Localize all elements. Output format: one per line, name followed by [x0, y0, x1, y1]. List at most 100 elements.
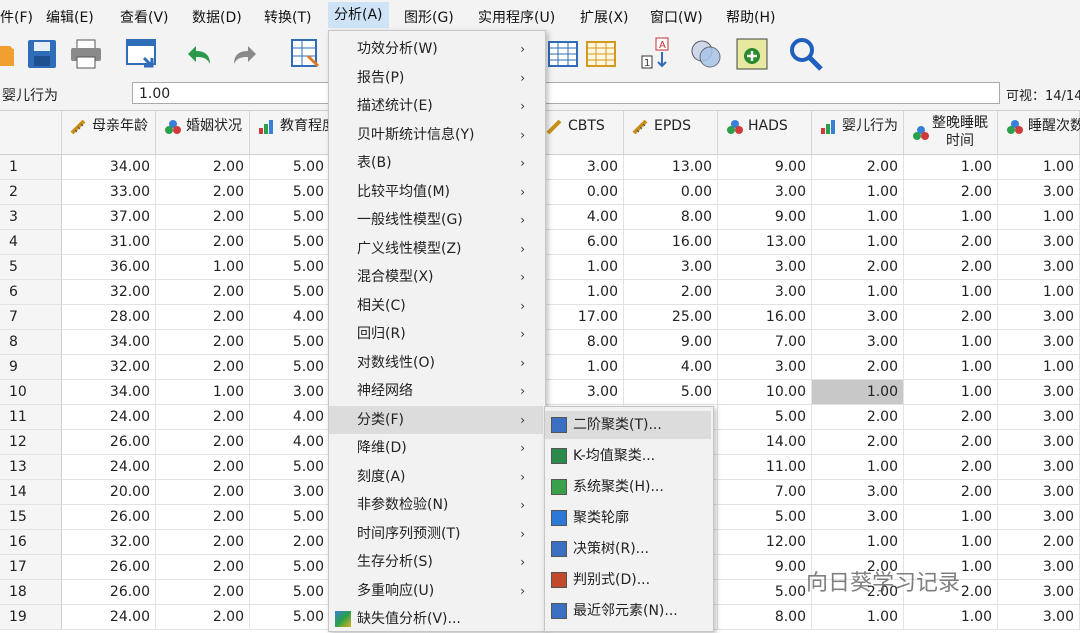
data-cell[interactable]: 1.00: [998, 355, 1080, 380]
analyze-menu-item[interactable]: 描述统计(E) ›: [329, 92, 543, 120]
menu-data[interactable]: 数据(D): [192, 7, 242, 27]
menu-extensions[interactable]: 扩展(X): [580, 7, 629, 27]
data-cell[interactable]: 3.00: [998, 305, 1080, 330]
data-cell[interactable]: 3.00: [998, 255, 1080, 280]
data-cell[interactable]: 3.00: [998, 480, 1080, 505]
data-cell[interactable]: 3.00: [250, 380, 330, 405]
menu-graphs[interactable]: 图形(G): [404, 7, 454, 27]
data-cell[interactable]: 3.00: [998, 505, 1080, 530]
column-header[interactable]: 整晚睡眠 时间: [904, 111, 998, 155]
data-cell[interactable]: 9.00: [718, 555, 812, 580]
redo-icon[interactable]: [228, 36, 264, 72]
data-cell[interactable]: 1.00: [544, 280, 624, 305]
data-cell[interactable]: 2.00: [812, 405, 904, 430]
row-header[interactable]: 2: [0, 180, 62, 205]
data-cell[interactable]: 5.00: [250, 255, 330, 280]
data-cell[interactable]: 1.00: [812, 230, 904, 255]
data-cell[interactable]: 1.00: [812, 380, 904, 405]
data-cell[interactable]: 37.00: [62, 205, 156, 230]
data-cell[interactable]: 5.00: [250, 180, 330, 205]
data-cell[interactable]: 24.00: [62, 605, 156, 630]
data-cell[interactable]: 9.00: [718, 155, 812, 180]
data-cell[interactable]: 0.00: [624, 180, 718, 205]
insert-cases-icon[interactable]: [546, 36, 582, 72]
data-cell[interactable]: 1.00: [544, 355, 624, 380]
data-cell[interactable]: 1.00: [904, 155, 998, 180]
data-cell[interactable]: 3.00: [544, 155, 624, 180]
value-labels-icon[interactable]: [734, 36, 770, 72]
analyze-menu-item[interactable]: 对数线性(O) ›: [329, 349, 543, 377]
data-cell[interactable]: 2.00: [904, 405, 998, 430]
classify-menu-item[interactable]: 决策树(R)...: [545, 535, 711, 563]
column-header[interactable]: 教育程度: [250, 111, 336, 155]
data-cell[interactable]: 8.00: [544, 330, 624, 355]
data-cell[interactable]: 5.00: [250, 555, 330, 580]
data-cell[interactable]: 10.00: [718, 380, 812, 405]
analyze-menu-item[interactable]: 生存分析(S) ›: [329, 548, 543, 576]
data-cell[interactable]: 3.00: [998, 605, 1080, 630]
data-cell[interactable]: 3.00: [998, 380, 1080, 405]
data-cell[interactable]: 4.00: [624, 355, 718, 380]
data-cell[interactable]: 2.00: [156, 480, 250, 505]
data-cell[interactable]: 5.00: [718, 580, 812, 605]
data-cell[interactable]: 20.00: [62, 480, 156, 505]
data-cell[interactable]: 5.00: [250, 605, 330, 630]
data-cell[interactable]: 14.00: [718, 430, 812, 455]
analyze-menu-item[interactable]: 时间序列预测(T) ›: [329, 520, 543, 548]
classify-menu-item[interactable]: 聚类轮廓: [545, 504, 711, 532]
menu-utilities[interactable]: 实用程序(U): [478, 7, 555, 27]
data-cell[interactable]: 3.00: [812, 505, 904, 530]
analyze-menu-item[interactable]: 非参数检验(N) ›: [329, 491, 543, 519]
data-cell[interactable]: 34.00: [62, 380, 156, 405]
data-cell[interactable]: 34.00: [62, 330, 156, 355]
data-cell[interactable]: 6.00: [544, 230, 624, 255]
analyze-menu-item[interactable]: 报告(P) ›: [329, 64, 543, 92]
data-cell[interactable]: 2.00: [156, 605, 250, 630]
data-cell[interactable]: 9.00: [718, 205, 812, 230]
data-cell[interactable]: 13.00: [624, 155, 718, 180]
data-cell[interactable]: 26.00: [62, 580, 156, 605]
column-header[interactable]: 婚姻状况: [156, 111, 250, 155]
data-cell[interactable]: 2.00: [156, 405, 250, 430]
data-cell[interactable]: 3.00: [250, 480, 330, 505]
row-header[interactable]: 17: [0, 555, 62, 580]
data-cell[interactable]: 8.00: [624, 205, 718, 230]
row-header[interactable]: 4: [0, 230, 62, 255]
goto-case-icon[interactable]: [288, 36, 324, 72]
row-header[interactable]: 14: [0, 480, 62, 505]
data-cell[interactable]: 1.00: [812, 530, 904, 555]
column-header[interactable]: 母亲年龄: [62, 111, 156, 155]
data-cell[interactable]: 1.00: [812, 180, 904, 205]
row-header[interactable]: 15: [0, 505, 62, 530]
row-header[interactable]: 16: [0, 530, 62, 555]
cell-value-field[interactable]: 1.00: [132, 82, 1000, 104]
data-cell[interactable]: 2.00: [156, 580, 250, 605]
data-cell[interactable]: 1.00: [156, 380, 250, 405]
data-cell[interactable]: 11.00: [718, 455, 812, 480]
classify-menu-item[interactable]: 最近邻元素(N)...: [545, 597, 711, 625]
analyze-menu-item[interactable]: 相关(C) ›: [329, 292, 543, 320]
data-cell[interactable]: 2.00: [156, 155, 250, 180]
data-cell[interactable]: 3.00: [718, 355, 812, 380]
row-header[interactable]: 12: [0, 430, 62, 455]
data-cell[interactable]: 9.00: [624, 330, 718, 355]
data-cell[interactable]: 7.00: [718, 480, 812, 505]
data-cell[interactable]: 24.00: [62, 455, 156, 480]
data-cell[interactable]: 5.00: [250, 355, 330, 380]
column-header[interactable]: 婴儿行为: [812, 111, 904, 155]
insert-variable-icon[interactable]: [584, 36, 620, 72]
data-cell[interactable]: 2.00: [998, 530, 1080, 555]
menu-window[interactable]: 窗口(W): [650, 7, 703, 27]
analyze-menu-item[interactable]: 一般线性模型(G) ›: [329, 206, 543, 234]
data-cell[interactable]: 1.00: [544, 255, 624, 280]
analyze-menu-item[interactable]: 广义线性模型(Z) ›: [329, 235, 543, 263]
data-cell[interactable]: 1.00: [998, 280, 1080, 305]
data-cell[interactable]: 5.00: [250, 155, 330, 180]
split-file-icon[interactable]: A1: [640, 36, 676, 72]
data-cell[interactable]: 17.00: [544, 305, 624, 330]
data-cell[interactable]: 2.00: [812, 355, 904, 380]
data-cell[interactable]: 26.00: [62, 505, 156, 530]
classify-menu-item[interactable]: 系统聚类(H)...: [545, 473, 711, 501]
row-header[interactable]: 8: [0, 330, 62, 355]
data-cell[interactable]: 3.00: [998, 230, 1080, 255]
